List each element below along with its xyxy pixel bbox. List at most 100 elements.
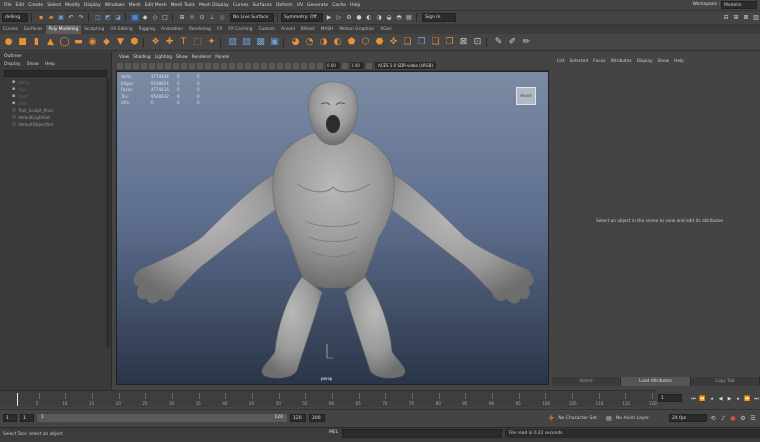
undo-icon[interactable]: ↶ <box>67 14 75 22</box>
modeling-toolkit-icon[interactable]: ⊟ <box>722 14 730 22</box>
auto-key-icon[interactable]: ● <box>729 414 737 422</box>
character-set-icon[interactable]: ✜ <box>547 414 555 422</box>
outliner-item[interactable]: ◇ defaultLightSet <box>0 114 111 121</box>
menu-surfaces[interactable]: Surfaces <box>252 3 272 8</box>
mirror-icon[interactable]: ◐ <box>332 37 343 48</box>
insert-edge-loop-icon[interactable]: ❏ <box>402 37 413 48</box>
tool-settings-icon[interactable]: ⊠ <box>742 14 750 22</box>
menu-mesh-display[interactable]: Mesh Display <box>199 3 229 8</box>
menu-mesh[interactable]: Mesh <box>129 3 141 8</box>
use-lights-icon[interactable] <box>245 62 251 69</box>
troll-sculpt-model[interactable] <box>117 72 549 385</box>
playhead[interactable] <box>17 393 19 406</box>
outliner-menu-show[interactable]: Show <box>27 62 39 67</box>
menu-curves[interactable]: Curves <box>233 3 249 8</box>
brush-tool-icon[interactable]: ✏ <box>521 37 532 48</box>
safe-action-icon[interactable] <box>189 62 195 69</box>
prev-frame-icon[interactable]: ◂ <box>708 395 715 403</box>
render-sequence-icon[interactable]: ◓ <box>395 14 403 22</box>
textured-icon[interactable] <box>237 62 243 69</box>
outliner-item[interactable]: ▪ front <box>0 93 111 100</box>
grid-toggle-icon[interactable] <box>149 62 155 69</box>
animation-start-field[interactable]: 1 <box>3 414 17 422</box>
poly-prism-icon[interactable]: ⬢ <box>129 37 140 48</box>
outliner-scrollbar[interactable] <box>106 78 110 348</box>
uv-editor-icon[interactable]: ⊠ <box>458 37 469 48</box>
quad-draw-icon[interactable]: ⬟ <box>346 37 357 48</box>
append-polygon-icon[interactable]: ❒ <box>444 37 455 48</box>
vertex-mask-icon[interactable]: ◇ <box>151 14 159 22</box>
shelf-tab-curves[interactable]: Curves <box>0 25 21 34</box>
select-object-icon[interactable]: ◩ <box>104 14 112 22</box>
viewport-menu-shading[interactable]: Shading <box>133 55 150 60</box>
ae-menu-focus[interactable]: Focus <box>593 59 605 64</box>
playback-start-field[interactable]: 1 <box>20 414 34 422</box>
ambient-occlusion-icon[interactable] <box>261 62 267 69</box>
redo-icon[interactable]: ↷ <box>77 14 85 22</box>
connect-icon[interactable]: ✜ <box>388 37 399 48</box>
smooth-shade-icon[interactable] <box>213 62 219 69</box>
render-settings-icon[interactable]: ⚙ <box>345 14 353 22</box>
ae-button-copy-tab[interactable]: Copy Tab <box>690 377 760 386</box>
last-frame-icon[interactable]: ⏭ <box>753 395 760 403</box>
menu-cache[interactable]: Cache <box>332 3 346 8</box>
outliner-menu-display[interactable]: Display <box>4 62 21 67</box>
viewport-menu-lighting[interactable]: Lighting <box>155 55 172 60</box>
pencil-tool-icon[interactable]: ✎ <box>493 37 504 48</box>
pick-mask-icon[interactable]: ◆ <box>141 14 149 22</box>
menu-create[interactable]: Create <box>28 3 43 8</box>
field-chart-icon[interactable] <box>181 62 187 69</box>
bridge-icon[interactable]: ▨ <box>241 37 252 48</box>
attribute-editor-toggle-icon[interactable]: ⊞ <box>732 14 740 22</box>
new-scene-icon[interactable]: ▪ <box>37 14 45 22</box>
bevel-icon[interactable]: ▩ <box>255 37 266 48</box>
svg-tool-icon[interactable]: ⬚ <box>192 37 203 48</box>
symmetry-dropdown[interactable]: Symmetry: Off <box>281 13 323 22</box>
shelf-tab-motion-graphics[interactable]: Motion Graphics <box>336 25 377 34</box>
image-plane-icon[interactable] <box>141 62 147 69</box>
exposure-icon[interactable] <box>317 62 323 69</box>
curve-tool-icon[interactable]: ✐ <box>507 37 518 48</box>
color-management-icon[interactable] <box>366 62 372 69</box>
workspace-dropdown[interactable]: Modelin <box>721 1 757 9</box>
command-input[interactable] <box>342 429 502 438</box>
outliner-menu-help[interactable]: Help <box>45 62 55 67</box>
poly-cube-icon[interactable]: ■ <box>17 37 28 48</box>
poly-pyramid-icon[interactable]: ▼ <box>115 37 126 48</box>
render-icon[interactable]: ▶ <box>325 14 333 22</box>
outliner-item[interactable]: ▪ side <box>0 100 111 107</box>
menu-display[interactable]: Display <box>84 3 101 8</box>
menu-select[interactable]: Select <box>47 3 61 8</box>
play-back-icon[interactable]: ◀ <box>717 395 724 403</box>
select-hierarchy-icon[interactable]: ◫ <box>94 14 102 22</box>
viewport-menu-show[interactable]: Show <box>176 55 188 60</box>
exposure-field[interactable]: 0.00 <box>326 62 340 69</box>
menu-generate[interactable]: Generate <box>307 3 328 8</box>
menu-windows[interactable]: Windows <box>105 3 125 8</box>
shelf-tab-fx-caching[interactable]: FX Caching <box>225 25 255 34</box>
isolate-select-icon[interactable] <box>285 62 291 69</box>
shelf-tab-animation[interactable]: Animation <box>158 25 186 34</box>
shadows-icon[interactable] <box>253 62 259 69</box>
poly-plane-icon[interactable]: ▬ <box>73 37 84 48</box>
fill-hole-icon[interactable]: ❑ <box>430 37 441 48</box>
viewport-menu-panels[interactable]: Panels <box>215 55 229 60</box>
multi-cut-icon[interactable]: ⬡ <box>360 37 371 48</box>
outliner-item[interactable]: ◇ defaultObjectSet <box>0 121 111 128</box>
boolean-intersection-icon[interactable]: ◑ <box>318 37 329 48</box>
xray-icon[interactable] <box>293 62 299 69</box>
current-frame-field[interactable]: 1 <box>658 394 682 402</box>
poly-cylinder-icon[interactable]: ▮ <box>31 37 42 48</box>
combine-icon[interactable]: ❖ <box>150 37 161 48</box>
select-camera-icon[interactable] <box>117 62 123 69</box>
outliner-item[interactable]: ▪ persp <box>0 79 111 86</box>
text-tool-icon[interactable]: T <box>178 37 189 48</box>
mel-toggle[interactable]: MEL <box>329 430 338 435</box>
gate-mask-icon[interactable] <box>173 62 179 69</box>
anim-layer-label[interactable]: No Anim Layer <box>616 416 649 421</box>
ae-menu-list[interactable]: List <box>557 59 565 64</box>
snap-point-icon[interactable]: ⊙ <box>198 14 206 22</box>
shelf-tab-custom[interactable]: Custom <box>255 25 277 34</box>
play-forward-icon[interactable]: ▶ <box>726 395 733 403</box>
shelf-tab-xgen[interactable]: XGen <box>377 25 395 34</box>
